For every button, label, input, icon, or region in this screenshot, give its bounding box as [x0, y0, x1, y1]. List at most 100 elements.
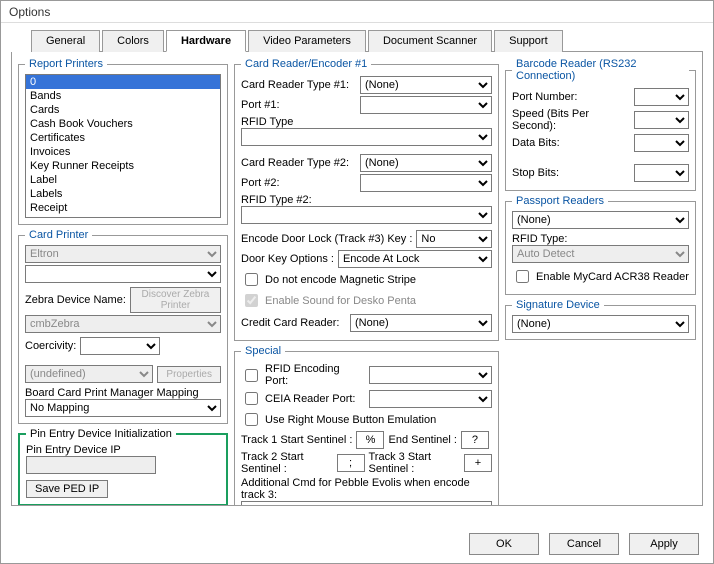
- board-map-label: Board Card Print Manager Mapping: [25, 387, 221, 399]
- t2start-label: Track 2 Start Sentinel :: [241, 451, 333, 475]
- mycard-label: Enable MyCard ACR38 Reader: [536, 271, 689, 283]
- bc-databits-select[interactable]: [634, 134, 689, 152]
- ok-button[interactable]: OK: [469, 533, 539, 555]
- rightmouse-label: Use Right Mouse Button Emulation: [265, 414, 436, 426]
- tab-colors[interactable]: Colors: [102, 30, 164, 52]
- bc-speed-label: Speed (Bits Per Second):: [512, 108, 630, 132]
- options-window: Options General Colors Hardware Video Pa…: [0, 0, 714, 564]
- save-ped-ip-button[interactable]: Save PED IP: [26, 480, 108, 498]
- cr-type1-select[interactable]: (None): [360, 76, 492, 94]
- tab-hardware[interactable]: Hardware: [166, 30, 246, 52]
- tab-general[interactable]: General: [31, 30, 100, 52]
- passport-select[interactable]: (None): [512, 211, 689, 229]
- cr-port2-select[interactable]: [360, 174, 492, 192]
- list-item[interactable]: Certificates: [26, 131, 220, 145]
- sound-checkbox: [245, 294, 258, 307]
- ceia-port-label: CEIA Reader Port:: [265, 393, 365, 405]
- window-title: Options: [1, 1, 713, 23]
- card-printer-select[interactable]: Eltron: [25, 245, 221, 263]
- tab-support[interactable]: Support: [494, 30, 563, 52]
- list-item[interactable]: Labels: [26, 187, 220, 201]
- passport-rfid-select[interactable]: Auto Detect: [512, 245, 689, 263]
- zebra-label: Zebra Device Name:: [25, 294, 126, 306]
- ceia-port-checkbox[interactable]: [245, 392, 258, 405]
- list-item[interactable]: Invoices: [26, 145, 220, 159]
- signature-select[interactable]: (None): [512, 315, 689, 333]
- rfid-port-checkbox[interactable]: [245, 369, 258, 382]
- t3start-input[interactable]: [464, 454, 492, 472]
- passport-group: Passport Readers (None) RFID Type: Auto …: [505, 195, 696, 295]
- card-reader-group: Card Reader/Encoder #1 Card Reader Type …: [234, 58, 499, 341]
- apply-button[interactable]: Apply: [629, 533, 699, 555]
- coercivity-label: Coercivity:: [25, 340, 76, 352]
- sound-label: Enable Sound for Desko Penta: [265, 295, 416, 307]
- ped-ip-input[interactable]: [26, 456, 156, 474]
- board-map-select[interactable]: No Mapping: [25, 399, 221, 417]
- t2start-input[interactable]: [337, 454, 365, 472]
- no-encode-label: Do not encode Magnetic Stripe: [265, 274, 416, 286]
- doorkey-select[interactable]: Encode At Lock: [338, 250, 492, 268]
- endsent-input[interactable]: [461, 431, 489, 449]
- properties-button[interactable]: Properties: [157, 366, 221, 383]
- doorlock-select[interactable]: No: [416, 230, 492, 248]
- tab-video[interactable]: Video Parameters: [248, 30, 366, 52]
- cc-label: Credit Card Reader:: [241, 317, 346, 329]
- cr-port1-select[interactable]: [360, 96, 492, 114]
- list-item[interactable]: Key Runner Receipts: [26, 159, 220, 173]
- ped-ip-label: Pin Entry Device IP: [26, 444, 220, 456]
- cr-type2-select[interactable]: (None): [360, 154, 492, 172]
- t1start-input[interactable]: [356, 431, 384, 449]
- rightmouse-checkbox[interactable]: [245, 413, 258, 426]
- t1start-label: Track 1 Start Sentinel :: [241, 434, 352, 446]
- cr-rfidtype-select[interactable]: [241, 128, 492, 146]
- zebra-device-select[interactable]: cmbZebra: [25, 315, 221, 333]
- special-group: Special RFID Encoding Port: CEIA Reader …: [234, 345, 499, 506]
- dialog-footer: OK Cancel Apply: [469, 533, 699, 555]
- bc-stopbits-select[interactable]: [634, 164, 689, 182]
- undefined-select[interactable]: (undefined): [25, 365, 153, 383]
- cr-port1-label: Port #1:: [241, 99, 356, 111]
- discover-zebra-button[interactable]: Discover Zebra Printer: [130, 287, 221, 313]
- card-printer-select2[interactable]: [25, 265, 221, 283]
- rfid-port-label: RFID Encoding Port:: [265, 363, 365, 387]
- list-item[interactable]: Label: [26, 173, 220, 187]
- list-item[interactable]: Receipts: [26, 215, 220, 218]
- t3start-label: Track 3 Start Sentinel :: [369, 451, 461, 475]
- list-item[interactable]: 0: [26, 75, 220, 89]
- ped-group: Pin Entry Device Initialization Pin Entr…: [18, 428, 228, 506]
- tab-docscan[interactable]: Document Scanner: [368, 30, 492, 52]
- bc-port-select[interactable]: [634, 88, 689, 106]
- list-item[interactable]: Cash Book Vouchers: [26, 117, 220, 131]
- endsent-label: End Sentinel :: [388, 434, 457, 446]
- pebble-input[interactable]: [241, 501, 492, 506]
- bc-stopbits-label: Stop Bits:: [512, 167, 630, 179]
- card-reader-legend: Card Reader/Encoder #1: [241, 58, 371, 70]
- barcode-group: Barcode Reader (RS232 Connection) Port N…: [505, 58, 696, 191]
- doorkey-label: Door Key Options :: [241, 253, 334, 265]
- cr-rfidtype2-label: RFID Type #2:: [241, 194, 492, 206]
- report-printers-list[interactable]: 0 Bands Cards Cash Book Vouchers Certifi…: [25, 74, 221, 218]
- ceia-port-select[interactable]: [369, 390, 492, 408]
- cc-select[interactable]: (None): [350, 314, 492, 332]
- rfid-port-select[interactable]: [369, 366, 492, 384]
- doorlock-label: Encode Door Lock (Track #3) Key :: [241, 233, 412, 245]
- cr-rfidtype2-select[interactable]: [241, 206, 492, 224]
- cr-type1-label: Card Reader Type #1:: [241, 79, 356, 91]
- cr-rfidtype-label: RFID Type: [241, 116, 492, 128]
- cancel-button[interactable]: Cancel: [549, 533, 619, 555]
- passport-legend: Passport Readers: [512, 195, 608, 207]
- no-encode-checkbox[interactable]: [245, 273, 258, 286]
- coercivity-select[interactable]: [80, 337, 160, 355]
- mycard-checkbox[interactable]: [516, 270, 529, 283]
- bc-speed-select[interactable]: [634, 111, 689, 129]
- list-item[interactable]: Receipt: [26, 201, 220, 215]
- bc-port-label: Port Number:: [512, 91, 630, 103]
- list-item[interactable]: Bands: [26, 89, 220, 103]
- bc-databits-label: Data Bits:: [512, 137, 630, 149]
- barcode-legend: Barcode Reader (RS232 Connection): [512, 58, 689, 82]
- list-item[interactable]: Cards: [26, 103, 220, 117]
- card-printer-group: Card Printer Eltron Zebra Device Name: D…: [18, 229, 228, 424]
- cr-type2-label: Card Reader Type #2:: [241, 157, 356, 169]
- report-printers-legend: Report Printers: [25, 58, 107, 70]
- special-legend: Special: [241, 345, 285, 357]
